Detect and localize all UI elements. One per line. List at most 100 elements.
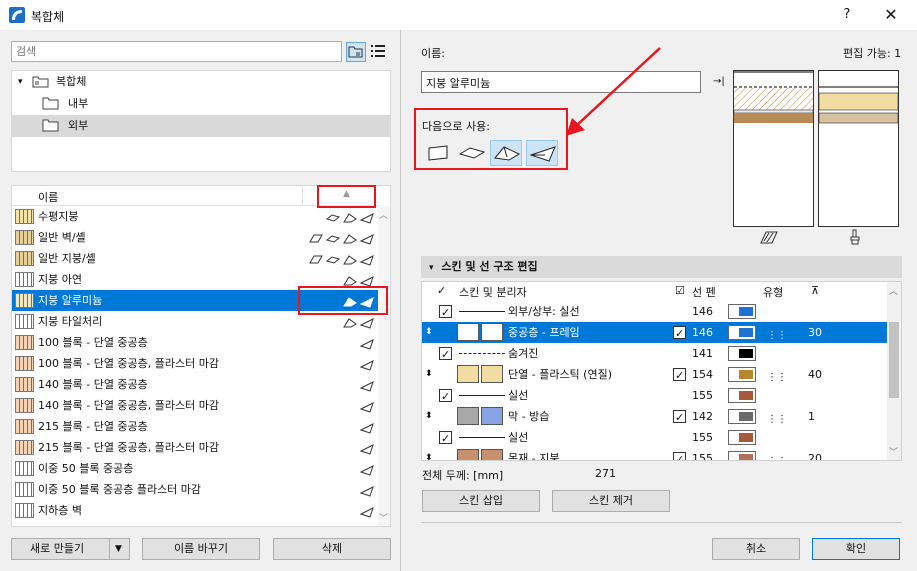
skin-fill-swatch[interactable] bbox=[457, 449, 479, 460]
skin-label: 실선 bbox=[508, 389, 529, 402]
delete-button[interactable]: 삭제 bbox=[273, 538, 391, 560]
rename-button[interactable]: 이름 바꾸기 bbox=[142, 538, 260, 560]
scroll-down-icon[interactable]: ﹀ bbox=[379, 511, 388, 524]
new-button[interactable]: 새로 만들기 ▼ bbox=[11, 538, 130, 560]
use-as-icons bbox=[359, 504, 374, 518]
element-type-icon bbox=[359, 441, 374, 455]
list-item[interactable]: 수평지붕 bbox=[12, 206, 380, 227]
scroll-up-icon[interactable]: ︿ bbox=[889, 284, 898, 297]
skin-fill-swatch[interactable] bbox=[457, 365, 479, 383]
chevron-down-icon[interactable]: ▾ bbox=[429, 263, 434, 273]
list-item-label: 수평지붕 bbox=[38, 210, 79, 223]
list-item[interactable]: 일반 벽/셸 bbox=[12, 227, 380, 248]
skin-row[interactable]: 실선 155 bbox=[422, 427, 887, 449]
skin-row[interactable]: 숨겨진 141 bbox=[422, 343, 887, 365]
insert-skin-button[interactable]: 스킨 삽입 bbox=[422, 490, 540, 512]
list-scrollbar[interactable]: ︿ ﹀ bbox=[378, 206, 390, 526]
chevron-down-icon[interactable]: ▼ bbox=[115, 539, 122, 559]
list-item[interactable]: 140 블록 - 단열 중공층, 플라스터 마감 bbox=[12, 395, 380, 416]
skin-thickness[interactable]: 40 bbox=[808, 364, 822, 385]
skin-section-header[interactable]: ▾ 스킨 및 선 구조 편집 bbox=[421, 256, 902, 278]
skin-row[interactable]: 실선 155 bbox=[422, 385, 887, 407]
skin-material-swatch[interactable] bbox=[481, 323, 503, 341]
drag-handle-icon[interactable]: ⬍ bbox=[425, 364, 433, 385]
element-type-icon bbox=[359, 420, 374, 434]
skin-material-swatch[interactable] bbox=[481, 407, 503, 425]
skin-line-checkbox[interactable] bbox=[439, 428, 452, 449]
folder-tree[interactable]: ▾ 복합체 내부 외부 bbox=[11, 70, 391, 172]
column-header-name[interactable]: 이름 bbox=[38, 189, 58, 205]
skin-thickness[interactable]: 30 bbox=[808, 322, 822, 343]
skin-row[interactable]: ⬍막 - 방습142⋮⋮1 bbox=[422, 406, 887, 428]
help-button[interactable]: ? bbox=[836, 4, 858, 26]
skin-row[interactable]: ⬍중공층 - 프레임146⋮⋮30 bbox=[422, 322, 887, 344]
close-button[interactable]: ✕ bbox=[880, 4, 902, 26]
tree-item-interior[interactable]: 내부 bbox=[16, 93, 386, 115]
skin-material-swatch[interactable] bbox=[481, 365, 503, 383]
skin-checkbox[interactable] bbox=[673, 365, 686, 386]
paintbrush-icon[interactable] bbox=[848, 229, 862, 248]
list-item[interactable]: 이중 50 블록 중공층 플라스터 마감 bbox=[12, 479, 380, 500]
skin-checkbox[interactable] bbox=[673, 407, 686, 428]
list-item-label: 100 블록 - 단열 중공층 bbox=[38, 336, 148, 349]
list-item[interactable]: 215 블록 - 단열 중공층 bbox=[12, 416, 380, 437]
chevron-down-icon[interactable]: ▾ bbox=[18, 71, 23, 93]
tree-view-button[interactable] bbox=[346, 42, 366, 62]
list-item[interactable]: 215 블록 - 단열 중공층, 플라스터 마감 bbox=[12, 437, 380, 458]
skin-label: 중공층 - 프레임 bbox=[508, 326, 580, 339]
skin-thickness[interactable]: 1 bbox=[808, 406, 815, 427]
list-item[interactable]: 이중 50 블록 중공층 bbox=[12, 458, 380, 479]
list-item[interactable]: 100 블록 - 단열 중공층 bbox=[12, 332, 380, 353]
list-item[interactable]: 지하층 벽 bbox=[12, 500, 380, 521]
skin-line-checkbox[interactable] bbox=[439, 344, 452, 365]
composite-swatch-icon bbox=[15, 398, 34, 413]
pen-color-swatch[interactable] bbox=[728, 325, 756, 340]
skin-material-swatch[interactable] bbox=[481, 449, 503, 460]
skin-checkbox[interactable] bbox=[673, 449, 686, 460]
drag-handle-icon[interactable]: ⬍ bbox=[425, 448, 433, 460]
list-view-button[interactable] bbox=[369, 42, 389, 62]
skin-type-icon[interactable]: ⋮⋮ bbox=[767, 451, 787, 460]
tree-item-exterior[interactable]: 외부 bbox=[12, 115, 390, 137]
element-type-icon bbox=[359, 273, 374, 287]
highlight-row-icons-box bbox=[298, 286, 388, 315]
skin-line-checkbox[interactable] bbox=[439, 386, 452, 407]
remove-skin-button[interactable]: 스킨 제거 bbox=[552, 490, 670, 512]
tree-root[interactable]: ▾ 복합체 bbox=[16, 71, 386, 93]
composite-swatch-icon bbox=[15, 335, 34, 350]
scroll-down-icon[interactable]: ﹀ bbox=[889, 445, 898, 458]
use-as-icons bbox=[359, 378, 374, 392]
pen-color-swatch[interactable] bbox=[728, 304, 756, 319]
scroll-up-icon[interactable]: ︿ bbox=[379, 208, 388, 221]
check-all-icon[interactable]: ✓ bbox=[437, 284, 446, 297]
pen-color-swatch[interactable] bbox=[728, 451, 756, 460]
list-item[interactable]: 140 블록 - 단열 중공층 bbox=[12, 374, 380, 395]
search-input[interactable] bbox=[11, 41, 342, 62]
skin-line-checkbox[interactable] bbox=[439, 302, 452, 323]
pen-color-swatch[interactable] bbox=[728, 409, 756, 424]
skin-fill-swatch[interactable] bbox=[457, 407, 479, 425]
pen-color-swatch[interactable] bbox=[728, 367, 756, 382]
list-item[interactable]: 일반 지붕/셸 bbox=[12, 248, 380, 269]
composite-list[interactable]: 이름 ▲ 수평지붕 일반 벽/셸 일반 지붕/셸 지붕 아연 지붕 알루미늄 지붕 타일처… bbox=[11, 185, 391, 527]
element-type-icon bbox=[343, 231, 357, 244]
skin-fill-swatch[interactable] bbox=[457, 323, 479, 341]
pen-color-swatch[interactable] bbox=[728, 388, 756, 403]
skin-row[interactable]: ⬍단열 - 플라스틱 (연질)154⋮⋮40 bbox=[422, 364, 887, 386]
skin-row[interactable]: ⬍ 목재 - 지붕 155 ⋮⋮ 20 bbox=[422, 448, 887, 460]
use-as-icons bbox=[343, 315, 374, 329]
pen-color-swatch[interactable] bbox=[728, 430, 756, 445]
skin-checkbox[interactable] bbox=[673, 323, 686, 344]
drag-handle-icon[interactable]: ⬍ bbox=[425, 406, 433, 427]
skin-scrollbar[interactable]: ︿ ﹀ bbox=[887, 282, 901, 460]
list-item[interactable]: 100 블록 - 단열 중공층, 플라스터 마감 bbox=[12, 353, 380, 374]
cancel-button[interactable]: 취소 bbox=[712, 538, 800, 560]
hatch-toggle-icon[interactable] bbox=[760, 230, 778, 247]
drag-handle-icon[interactable]: ⬍ bbox=[425, 322, 433, 343]
pen-color-swatch[interactable] bbox=[728, 346, 756, 361]
scroll-thumb[interactable] bbox=[889, 322, 899, 398]
ok-button[interactable]: 확인 bbox=[812, 538, 900, 560]
skin-row[interactable]: 외부/상부: 실선 146 bbox=[422, 301, 887, 323]
skin-table[interactable]: ✓ 스킨 및 분리자 ☑ 선 펜 유형 ⊼ 외부/상부: 실선 146 ⬍ 중공층 -… bbox=[421, 281, 902, 461]
skin-thickness[interactable]: 20 bbox=[808, 448, 822, 460]
